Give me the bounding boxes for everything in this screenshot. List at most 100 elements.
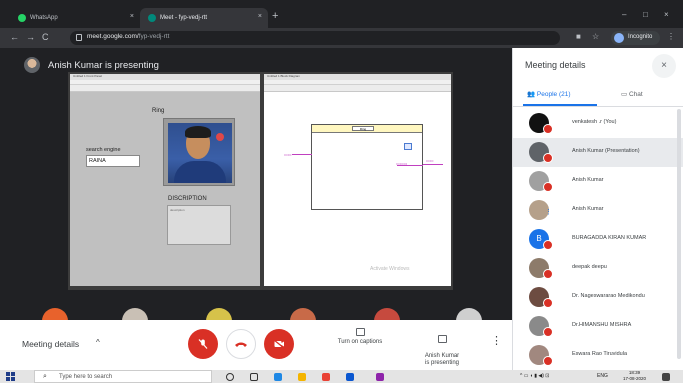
case-structure: Ring ▭▭▭ [311, 124, 423, 210]
task-view-icon[interactable] [250, 373, 258, 381]
search-engine-field[interactable]: RAINA [86, 155, 140, 167]
ring-node [404, 143, 412, 150]
chevron-up-icon[interactable]: ^ [96, 338, 100, 347]
file-explorer-icon[interactable] [298, 373, 306, 381]
close-tab-icon[interactable]: × [258, 13, 262, 20]
windows-start-icon[interactable] [6, 372, 15, 381]
close-tab-icon[interactable]: × [130, 13, 134, 20]
presenter-avatar [24, 57, 40, 73]
search-terminal: ▭▭ [284, 152, 292, 157]
forward-icon[interactable]: → [26, 32, 35, 42]
string-node: ▭▭▭ [396, 161, 408, 166]
shared-screen: Untitled 1 Front Panel Ring search engin… [68, 72, 453, 290]
ring-label: Ring [152, 108, 165, 114]
url-text: meet.google.com/fyp-vedj-rtt [87, 33, 170, 40]
back-icon[interactable]: ← [10, 32, 19, 42]
search-engine-label: search engine [86, 147, 121, 153]
hang-up-button[interactable] [226, 329, 256, 359]
participant-name: deepak deepu [572, 264, 607, 270]
muted-icon [543, 298, 553, 308]
incognito-profile-button[interactable]: Incognito [611, 31, 660, 45]
participant-name: Anish Kumar (Presentation) [572, 148, 640, 154]
camera-blocked-icon[interactable]: ■ [576, 32, 581, 41]
speaking-icon: ⋮ [545, 209, 552, 216]
participant-row[interactable]: ⋮ Anish Kumar [513, 196, 683, 225]
language-indicator[interactable]: ENG [597, 373, 608, 379]
participant-list-scrollbar[interactable] [677, 109, 681, 359]
windows-taskbar: ⌕ Type here to search ^ ▭ ◖ ▮ ◀) ⊡ ENG 1… [0, 370, 683, 383]
captions-button[interactable]: Turn on captions [330, 328, 390, 345]
tab-meet[interactable]: Meet - fyp-vedj-rtt × [140, 8, 268, 28]
tab-whatsapp[interactable]: WhatsApp × [10, 8, 140, 28]
tab-chat[interactable]: ▭ Chat [621, 90, 643, 98]
camera-off-button[interactable] [264, 329, 294, 359]
meet-icon [148, 14, 156, 22]
meeting-details-panel: Meeting details × 👥 People (21) ▭ Chat v… [512, 48, 683, 370]
participant-tiles [0, 290, 512, 334]
close-window-button[interactable]: × [664, 10, 669, 19]
whatsapp-icon [18, 14, 26, 22]
people-icon: 👥 [527, 91, 536, 98]
taskbar-search-box[interactable]: ⌕ Type here to search [34, 370, 212, 383]
presenter-label: Anish Kumar is presenting [48, 59, 159, 71]
taskbar-clock[interactable]: 18:39 17-08-2020 [623, 370, 646, 382]
tab-people[interactable]: 👥 People (21) [527, 90, 571, 98]
description-field[interactable]: description [167, 205, 231, 245]
participant-row[interactable]: B BURAGADDA KIRAN KUMAR [513, 225, 683, 254]
presenting-button[interactable]: Anish Kumar is presenting [410, 328, 474, 367]
present-screen-icon [437, 335, 447, 343]
close-panel-button[interactable]: × [652, 54, 676, 78]
address-bar[interactable]: meet.google.com/fyp-vedj-rtt [70, 31, 560, 45]
participant-row[interactable]: Dr. Nageswararao Medikondu [513, 283, 683, 312]
maximize-button[interactable]: □ [643, 10, 648, 19]
block-diagram-toolbar [264, 85, 451, 92]
participant-name: Dr.HIMANSHU MISHRA [572, 322, 632, 328]
participant-list: venkatesh .r (You) Anish Kumar (Presentat… [513, 109, 683, 370]
participant-row[interactable]: Anish Kumar [513, 167, 683, 196]
participant-name: Eswara Rao Tiruvidula [572, 351, 628, 357]
muted-icon [543, 327, 553, 337]
minimize-button[interactable]: – [622, 10, 626, 19]
muted-icon [543, 356, 553, 366]
participant-row[interactable]: Eswara Rao Tiruvidula [513, 341, 683, 370]
meeting-details-button[interactable]: Meeting details [22, 339, 79, 349]
call-controls-bar: Meeting details ^ Turn on captions Anish… [0, 320, 512, 370]
reload-icon[interactable]: C [42, 32, 49, 42]
muted-icon [543, 269, 553, 279]
tab-label: Meet - fyp-vedj-rtt [160, 15, 208, 21]
participant-name: venkatesh .r (You) [572, 119, 617, 125]
microphone-off-button[interactable] [188, 329, 218, 359]
app-icon[interactable] [376, 373, 384, 381]
player-photo [168, 123, 232, 183]
browser-menu-icon[interactable]: ⋮ [667, 32, 675, 41]
tray-icons[interactable]: ^ ▭ ◖ ▮ ◀) ⊡ [520, 373, 550, 379]
muted-icon [543, 182, 553, 192]
mic-off-icon [198, 339, 208, 349]
cortana-icon[interactable] [226, 373, 234, 381]
edge-icon[interactable] [274, 373, 282, 381]
app-icon[interactable] [346, 373, 354, 381]
more-options-icon[interactable]: ⋮ [491, 334, 502, 347]
browser-toolbar: ← → C meet.google.com/fyp-vedj-rtt ■ ☆ I… [0, 28, 683, 48]
participant-row[interactable]: venkatesh .r (You) [513, 109, 683, 138]
front-panel-toolbar [70, 85, 260, 92]
participant-row[interactable]: Dr.HIMANSHU MISHRA [513, 312, 683, 341]
participant-name: Anish Kumar [572, 206, 604, 212]
ring-picture [163, 118, 235, 186]
muted-icon [543, 153, 553, 163]
search-icon: ⌕ [43, 373, 47, 380]
front-panel-window: Untitled 1 Front Panel Ring search engin… [70, 74, 260, 286]
chat-icon: ▭ [621, 91, 628, 98]
notifications-icon[interactable] [662, 373, 670, 381]
bookmark-star-icon[interactable]: ☆ [592, 32, 599, 41]
block-diagram-window: Untitled 1 Block Diagram Ring ▭▭▭ ▭▭ ▭▭ … [264, 74, 451, 286]
browser-tabstrip: WhatsApp × Meet - fyp-vedj-rtt × + – □ × [0, 0, 683, 28]
participant-row[interactable]: Anish Kumar (Presentation) [513, 138, 683, 167]
lock-icon [76, 34, 82, 41]
meet-window: WhatsApp × Meet - fyp-vedj-rtt × + – □ ×… [0, 0, 683, 383]
captions-icon [355, 328, 365, 336]
participant-row[interactable]: deepak deepu [513, 254, 683, 283]
new-tab-button[interactable]: + [272, 10, 278, 22]
participant-name: Dr. Nageswararao Medikondu [572, 293, 645, 299]
chrome-icon[interactable] [322, 373, 330, 381]
